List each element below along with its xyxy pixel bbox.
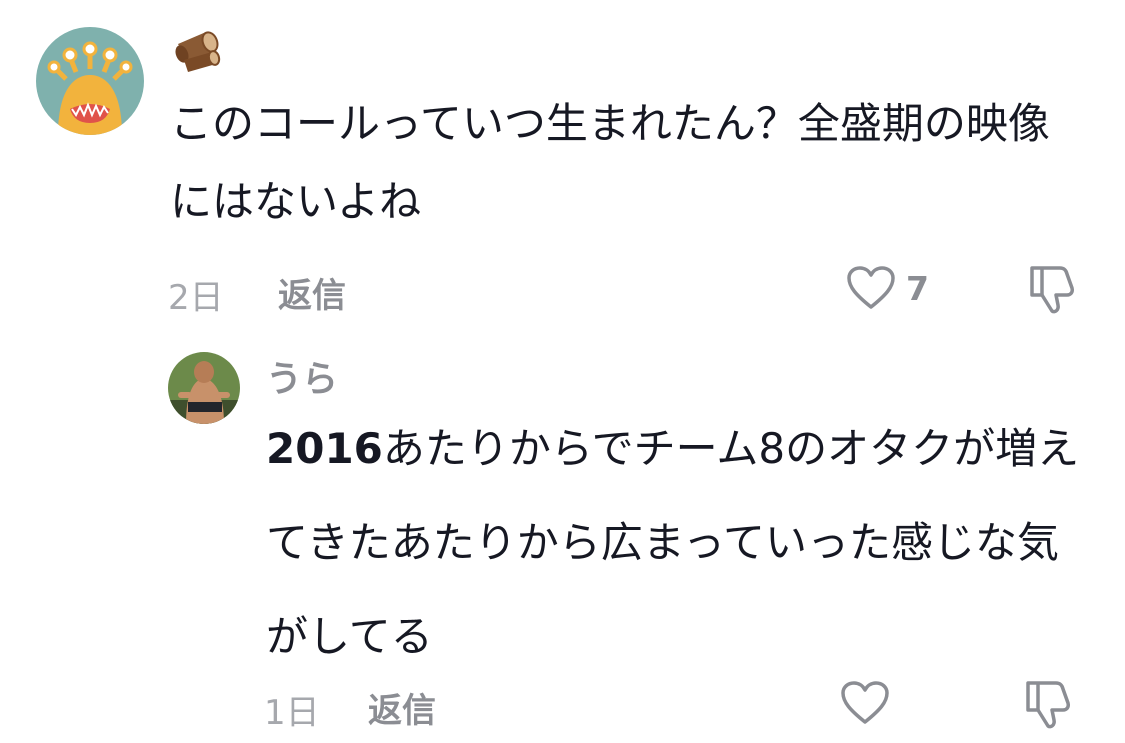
comment-timestamp: 2日 <box>168 278 224 318</box>
reply-comment: うら 2016あたりからでチーム8のオタクが増えてきたあたりから広まっていった感… <box>0 330 1125 743</box>
log-emoji-icon <box>168 22 222 76</box>
comment-text: このコールっていつ生まれたん？全盛期の映像にはないよね <box>170 99 1050 226</box>
comment-text: 2016あたりからでチーム8のオタクが増えてきたあたりから広まっていった感じな気… <box>266 402 1086 684</box>
monster-avatar-icon[interactable] <box>36 27 144 135</box>
dislike-button[interactable] <box>1022 677 1074 735</box>
comment: このコールっていつ生まれたん？全盛期の映像にはないよね 2日 返信 7 <box>0 0 1125 330</box>
username[interactable]: うら <box>266 350 338 402</box>
thumbs-down-icon <box>1026 681 1070 729</box>
dislike-button[interactable] <box>1026 262 1078 320</box>
comment-timestamp: 1日 <box>264 693 320 733</box>
comment-text-rest: あたりからでチーム8のオタクが増えてきたあたりから広まっていった感じな気がしてる <box>266 424 1080 661</box>
like-button[interactable] <box>840 680 890 726</box>
reply-button[interactable]: 返信 <box>278 268 346 317</box>
like-count: 7 <box>906 268 929 308</box>
heart-icon <box>841 681 889 724</box>
avatar[interactable] <box>168 352 240 424</box>
thumbs-down-icon <box>1030 266 1074 314</box>
comment-text-lead: 2016 <box>266 424 383 473</box>
like-button[interactable]: 7 <box>846 265 929 311</box>
heart-icon <box>847 266 895 309</box>
reply-button[interactable]: 返信 <box>368 683 436 732</box>
